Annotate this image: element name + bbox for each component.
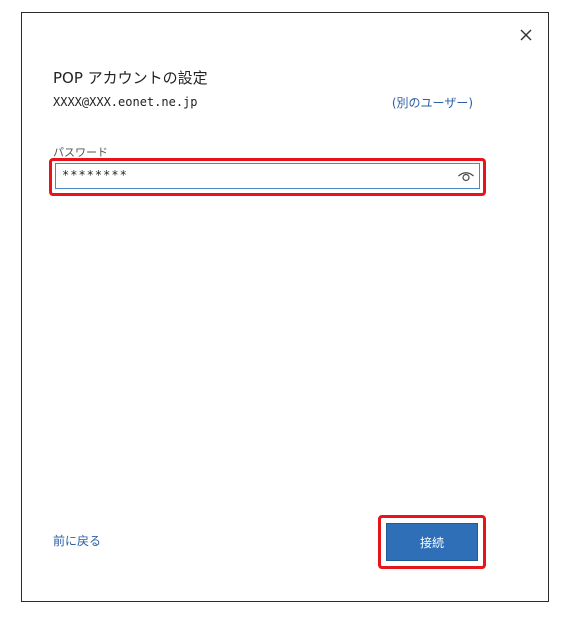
back-link[interactable]: 前に戻る	[53, 532, 101, 549]
close-icon[interactable]	[518, 27, 534, 43]
password-field[interactable]: ********	[55, 163, 480, 189]
account-email: XXXX@XXX.eonet.ne.jp	[53, 95, 198, 109]
dialog-title: POP アカウントの設定	[53, 69, 208, 87]
eye-icon[interactable]	[457, 168, 475, 184]
other-user-link[interactable]: (別のユーザー)	[392, 94, 473, 111]
connect-button[interactable]: 接続	[386, 523, 478, 561]
password-value: ********	[62, 168, 128, 182]
pop-account-dialog: POP アカウントの設定 XXXX@XXX.eonet.ne.jp (別のユーザ…	[21, 12, 549, 602]
